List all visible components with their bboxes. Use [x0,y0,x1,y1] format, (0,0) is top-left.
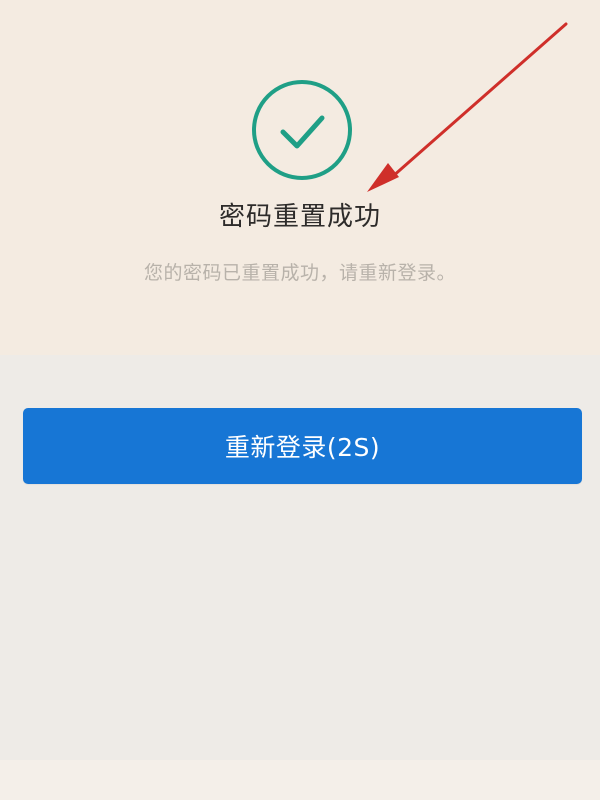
password-reset-success-screen: 密码重置成功 您的密码已重置成功，请重新登录。 重新登录(2S) [0,0,600,800]
check-circle-icon [252,80,352,180]
page-title: 密码重置成功 [218,202,381,232]
relogin-button[interactable]: 重新登录(2S) [23,408,582,484]
bottom-strip [0,760,600,800]
success-message: 您的密码已重置成功，请重新登录。 [143,262,456,284]
